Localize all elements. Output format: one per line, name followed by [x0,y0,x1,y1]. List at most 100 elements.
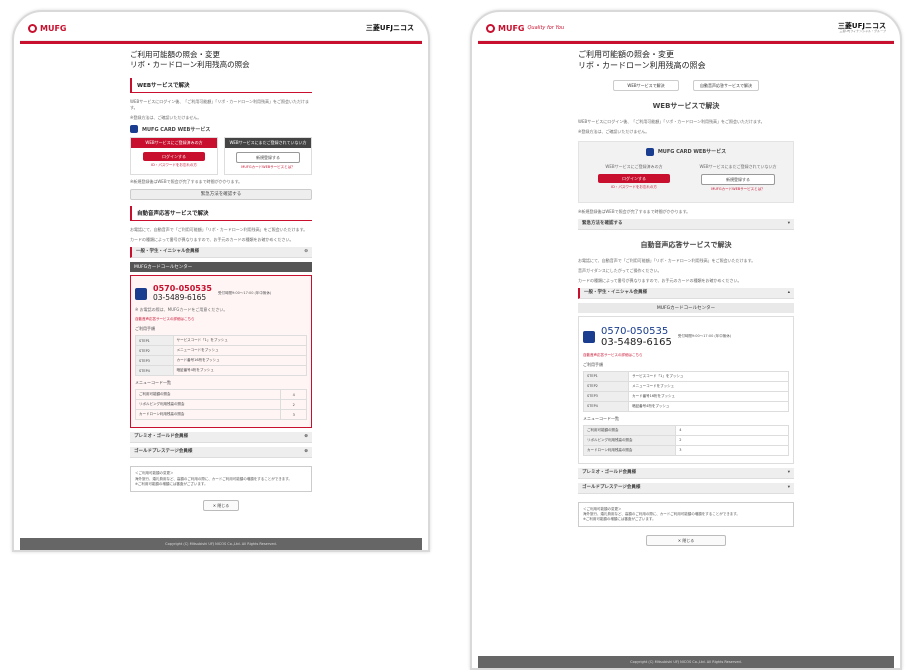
table-row: カードローン利用残高の照会 3 [134,409,307,421]
table-row: リボルビング利用残高の照会 2 [134,399,307,411]
menu-table: ご利用可能額の照会 4 リボルビング利用残高の照会 2 カードローン利用残高の照会 3 [582,424,789,456]
login-button[interactable]: ログインする [142,152,206,162]
web-card-title: MUFG CARD WEBサービス [130,125,312,134]
step-cell: STEP4 [582,400,630,412]
emergency-accordion[interactable]: 緊急方法を確認する ▾ [578,218,794,230]
mufg-logo[interactable]: MUFG [28,23,67,33]
close-button[interactable]: ✕ 閉じる [646,535,726,547]
close-button-label: 閉じる [682,538,695,544]
phone-row: 0570-050535 03-5489-6165 受付時間9:00～17:00 … [583,326,789,348]
registered-heading: WEBサービスにご登録済みの方 [131,138,217,149]
limit-change-note: ＜ご利用可能額の変更＞ 海外旅行、婚礼費用など、高額のご利用の際に、カードご利用… [130,466,312,493]
accordion-general-label: 一般・学生・イニシャル会員様 [584,289,647,295]
menu-code: 3 [280,409,307,421]
voice-guide-link[interactable]: 自動音声応答サービスの詳細はこちら [135,317,307,322]
anchor-nav: WEBサービスで解決 自動音声応答サービスで解決 [578,79,794,91]
step-text: カード番号16桁をプッシュ [628,390,789,402]
mobile-screen: MUFG 三菱UFJニコス ご利用可能額の照会・変更 リボ・カードローン利用残高… [20,16,422,550]
call-hours: 受付時間9:00～17:00 (年中無休) [677,333,732,338]
company-subtitle: 三菱UFJフィナンシャル・グループ [839,29,886,33]
web-section-text: WEBサービスにログイン後、「ご利用可能額」「リボ・カードローン利用残高」をご照… [130,99,310,111]
web-card-title-text: MUFG CARD WEBサービス [142,126,211,133]
voice-anchor-button[interactable]: 自動音声応答サービスで解決 [693,79,759,91]
table-row: リボルビング利用残高の照会 2 [582,434,789,446]
voice-text-1: お電話にて、自動音声で「ご利用可能額」「リボ・カードローン利用残高」をご照会いた… [130,227,308,233]
company-logo[interactable]: 三菱UFJニコス 三菱UFJフィナンシャル・グループ [838,23,886,33]
accordion-gold-prestige[interactable]: ゴールドプレステージ会員様 ▾ [578,482,794,494]
page-title: ご利用可能額の照会・変更 リボ・カードローン利用残高の照会 [578,50,794,72]
page-title-line2: リボ・カードローン利用残高の照会 [578,60,706,70]
site-footer: Copyright (C) Mitsubishi UFJ NICOS Co.,L… [478,656,894,668]
web-section-text: WEBサービスにログイン後、「ご利用可能額」「リボ・カードローン利用残高」をご照… [578,118,765,124]
login-button[interactable]: ログインする [598,173,670,183]
accordion-gold-prestige[interactable]: ゴールドプレステージ会員様 ⊕ [130,447,312,459]
step-cell: STEP2 [135,345,174,357]
step-cell: STEP3 [582,390,630,402]
page-title-line1: ご利用可能額の照会・変更 [578,50,674,59]
card-icon [130,125,138,134]
web-section-heading: WEBサービスで解決 [652,101,720,110]
accordion-premier[interactable]: プレミオ・ゴールド会員様 ▾ [578,467,794,479]
menu-label: メニューコード一覧 [135,380,171,386]
call-center-box: 0570-050535 03-5489-6165 受付時間9:00～17:00 … [578,315,794,464]
menu-item: カードローン利用残高の照会 [582,444,677,456]
new-register-button[interactable]: 新規登録する [235,152,301,164]
brand-name: MUFG [40,23,67,33]
table-row: STEP1 サービスコード「1」をプッシュ [582,370,789,382]
mufg-mark-icon [28,23,37,33]
voice-text-3: カードの種類によって番号が異なりますので、お手元のカードの種類をお確かめください… [578,277,742,283]
voice-text-3: カードの種類によって番号が異なりますので、お手元のカードの種類をお確かめください… [130,237,294,243]
not-registered-column: WEBサービスにまだご登録されていない方 新規登録する MUFGカードWEBサー… [224,137,312,176]
registered-column: WEBサービスにご登録済みの方 ログインする ID・パスワードをお忘れの方 [585,160,683,196]
navi-dial-icon [583,330,595,343]
accordion-general-label: 一般・学生・イニシャル会員様 [136,249,199,255]
page-title-line2: リボ・カードローン利用残高の照会 [130,60,250,70]
menu-code: 2 [280,399,307,411]
steps-label: ご利用手順 [583,361,603,367]
web-login-options: WEBサービスにご登録済みの方 ログインする ID・パスワードをお忘れの方 WE… [130,137,312,176]
table-row: STEP1 サービスコード「1」をプッシュ [135,335,308,347]
site-header: MUFG 三菱UFJニコス [20,16,422,41]
about-web-link[interactable]: MUFGカードWEBサービスとは？ [229,165,307,170]
table-row: STEP3 カード番号16桁をプッシュ [582,390,789,402]
company-logo[interactable]: 三菱UFJニコス [366,24,414,32]
step-text: メニューコードをプッシュ [172,345,308,357]
voice-text-1: お電話にて、自動音声で「ご利用可能額」「リボ・カードローン利用残高」をご照会いた… [578,257,756,263]
web-anchor-button[interactable]: WEBサービスで解決 [613,79,679,91]
voice-section-heading: 自動音声応答サービスで解決 [130,206,312,222]
table-row: STEP2 メニューコードをプッシュ [582,380,789,392]
alt-phone-number[interactable]: 03-5489-6165 [601,337,672,348]
web-card: MUFG CARD WEBサービス WEBサービスにご登録済みの方 ログインする… [578,140,794,203]
step-text: 暗証番号4桁をプッシュ [172,365,308,377]
step-text: メニューコードをプッシュ [628,380,789,392]
table-row: STEP2 メニューコードをプッシュ [135,345,308,357]
mufg-logo[interactable]: MUFG Quality for You [486,23,564,33]
table-row: ご利用可能額の照会 4 [582,424,789,436]
new-register-button[interactable]: 新規登録する [701,173,775,185]
menu-item: ご利用可能額の照会 [582,424,677,436]
emergency-button[interactable]: 緊急方法を確認する [130,189,312,201]
navi-dial-number[interactable]: 0570-050535 [601,326,672,337]
alt-phone-number[interactable]: 03-5489-6165 [153,293,212,302]
step-cell: STEP1 [582,370,630,382]
menu-code: 4 [675,424,789,436]
accordion-gold-prestige-label: ゴールドプレステージ会員様 [582,484,641,490]
accordion-premier[interactable]: プレミオ・ゴールド会員様 ⊕ [130,432,312,444]
accordion-general[interactable]: 一般・学生・イニシャル会員様 ▴ [578,287,794,299]
call-hours: 受付時間9:00～17:00 (年中無休) [217,291,272,296]
step-text: 暗証番号4桁をプッシュ [628,400,789,412]
about-web-link[interactable]: MUFGカードWEBサービスとは？ [693,187,783,192]
chevron-up-icon: ▴ [787,289,790,295]
close-button[interactable]: ✕ 閉じる [203,500,239,512]
accordion-premier-label: プレミオ・ゴールド会員様 [134,434,188,440]
id-forgot-link[interactable]: ID・パスワードをお忘れの方 [135,163,213,168]
call-center-box: 0570-050535 03-5489-6165 受付時間9:00～17:00 … [130,275,312,429]
phone-row: 0570-050535 03-5489-6165 受付時間9:00～17:00 … [135,284,307,302]
table-row: カードローン利用残高の照会 3 [582,444,789,456]
mufg-mark-icon [486,23,495,33]
id-forgot-link[interactable]: ID・パスワードをお忘れの方 [589,185,679,190]
note-line: ※ご利用可能額の増額には審査がございます。 [583,517,656,522]
step-cell: STEP2 [582,380,630,392]
voice-guide-link[interactable]: 自動音声応答サービスの詳細はこちら [583,353,789,358]
accordion-general[interactable]: 一般・学生・イニシャル会員様 ⊖ [130,247,312,259]
